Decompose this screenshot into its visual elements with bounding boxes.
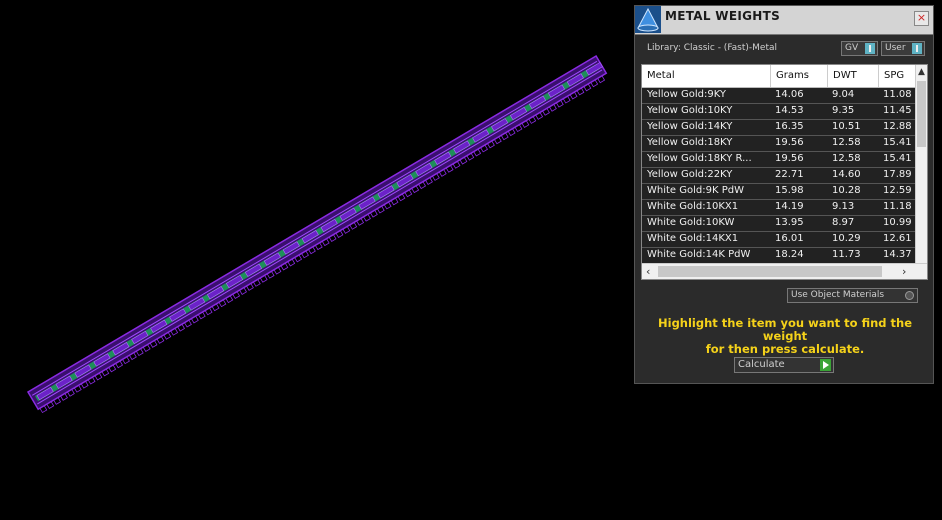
horizontal-scroll-thumb[interactable] — [658, 266, 882, 277]
cell-dwt: 8.97 — [832, 217, 855, 228]
calculate-button[interactable]: Calculate — [734, 357, 834, 373]
table-row[interactable]: Yellow Gold:18KY R... 19.56 12.58 15.41 — [642, 152, 917, 168]
cell-grams: 14.53 — [775, 105, 804, 116]
table-row[interactable]: Yellow Gold:9KY 14.06 9.04 11.08 — [642, 88, 917, 104]
table-row[interactable]: White Gold:14K PdW 18.24 11.73 14.37 — [642, 248, 917, 264]
cell-metal: White Gold:14K PdW — [647, 249, 751, 260]
cell-dwt: 11.73 — [832, 249, 861, 260]
cell-dwt: 12.58 — [832, 137, 861, 148]
cell-grams: 14.06 — [775, 89, 804, 100]
use-object-materials-option[interactable]: Use Object Materials — [787, 288, 918, 303]
table-row[interactable]: White Gold:9K PdW 15.98 10.28 12.59 — [642, 184, 917, 200]
toggle-knob-icon — [865, 43, 875, 54]
gv-toggle-label: GV — [845, 43, 859, 53]
column-header-dwt[interactable]: DWT — [828, 65, 879, 87]
cell-grams: 19.56 — [775, 153, 804, 164]
user-toggle[interactable]: User — [881, 41, 925, 56]
radio-icon — [905, 291, 914, 300]
cell-grams: 16.01 — [775, 233, 804, 244]
cell-grams: 19.56 — [775, 137, 804, 148]
scroll-left-icon[interactable]: ‹ — [646, 265, 650, 278]
table-row[interactable]: White Gold:14KX1 16.01 10.29 12.61 — [642, 232, 917, 248]
calculate-label: Calculate — [738, 359, 785, 370]
instruction-line-1: Highlight the item you want to find the … — [658, 316, 912, 343]
use-object-materials-label: Use Object Materials — [791, 290, 885, 300]
cell-dwt: 10.28 — [832, 185, 861, 196]
cell-metal: White Gold:10KW — [647, 217, 735, 228]
table-row[interactable]: White Gold:10KW 13.95 8.97 10.99 — [642, 216, 917, 232]
gv-toggle[interactable]: GV — [841, 41, 878, 56]
cell-metal: Yellow Gold:22KY — [647, 169, 733, 180]
close-icon[interactable]: × — [914, 11, 929, 26]
play-icon — [820, 359, 831, 371]
cell-metal: Yellow Gold:14KY — [647, 121, 733, 132]
metal-table: Metal Grams DWT SPG Yellow Gold:9KY 14.06… — [641, 64, 928, 280]
cell-metal: Yellow Gold:18KY — [647, 137, 733, 148]
cell-dwt: 10.29 — [832, 233, 861, 244]
metal-weights-panel: METAL WEIGHTS × Library: Classic - (Fast… — [634, 5, 934, 384]
cell-dwt: 9.04 — [832, 89, 855, 100]
table-row[interactable]: Yellow Gold:22KY 22.71 14.60 17.89 — [642, 168, 917, 184]
cell-dwt: 14.60 — [832, 169, 861, 180]
cell-grams: 14.19 — [775, 201, 804, 212]
vertical-scrollbar[interactable]: ▲ — [915, 65, 927, 265]
cell-metal: White Gold:10KX1 — [647, 201, 739, 212]
user-toggle-label: User — [885, 43, 906, 53]
cell-grams: 18.24 — [775, 249, 804, 260]
bar-model — [26, 55, 608, 414]
cell-dwt: 9.13 — [832, 201, 855, 212]
table-row[interactable]: Yellow Gold:10KY 14.53 9.35 11.45 — [642, 104, 917, 120]
cell-grams: 15.98 — [775, 185, 804, 196]
column-header-metal[interactable]: Metal — [642, 65, 771, 87]
3d-viewport[interactable] — [0, 0, 630, 516]
column-header-spg[interactable]: SPG — [879, 65, 917, 87]
panel-title: METAL WEIGHTS — [665, 9, 781, 23]
vertical-scroll-thumb[interactable] — [917, 81, 926, 147]
instruction-text: Highlight the item you want to find the … — [645, 317, 925, 356]
table-row[interactable]: Yellow Gold:14KY 16.35 10.51 12.88 — [642, 120, 917, 136]
scroll-up-icon[interactable]: ▲ — [918, 67, 925, 77]
cell-dwt: 9.35 — [832, 105, 855, 116]
table-rows: Yellow Gold:9KY 14.06 9.04 11.08 Yellow Gol… — [642, 88, 917, 264]
cell-grams: 16.35 — [775, 121, 804, 132]
table-row[interactable]: Yellow Gold:18KY 19.56 12.58 15.41 — [642, 136, 917, 152]
cell-dwt: 10.51 — [832, 121, 861, 132]
cell-grams: 22.71 — [775, 169, 804, 180]
cone-logo-icon — [635, 6, 661, 33]
table-row[interactable]: White Gold:10KX1 14.19 9.13 11.18 — [642, 200, 917, 216]
column-header-grams[interactable]: Grams — [771, 65, 828, 87]
cell-metal: Yellow Gold:18KY R... — [647, 153, 752, 164]
instruction-line-2: for then press calculate. — [705, 342, 865, 356]
cell-metal: Yellow Gold:9KY — [647, 89, 726, 100]
cell-grams: 13.95 — [775, 217, 804, 228]
cell-metal: White Gold:14KX1 — [647, 233, 739, 244]
scroll-right-icon[interactable]: › — [902, 265, 906, 278]
toggle-knob-icon — [912, 43, 922, 54]
library-label: Library: Classic - (Fast)-Metal — [647, 43, 778, 53]
cell-metal: White Gold:9K PdW — [647, 185, 744, 196]
panel-titlebar[interactable]: METAL WEIGHTS × — [635, 6, 933, 35]
cell-dwt: 12.58 — [832, 153, 861, 164]
cell-metal: Yellow Gold:10KY — [647, 105, 733, 116]
horizontal-scrollbar[interactable]: ‹ › — [642, 263, 927, 279]
table-header: Metal Grams DWT SPG — [642, 65, 917, 88]
